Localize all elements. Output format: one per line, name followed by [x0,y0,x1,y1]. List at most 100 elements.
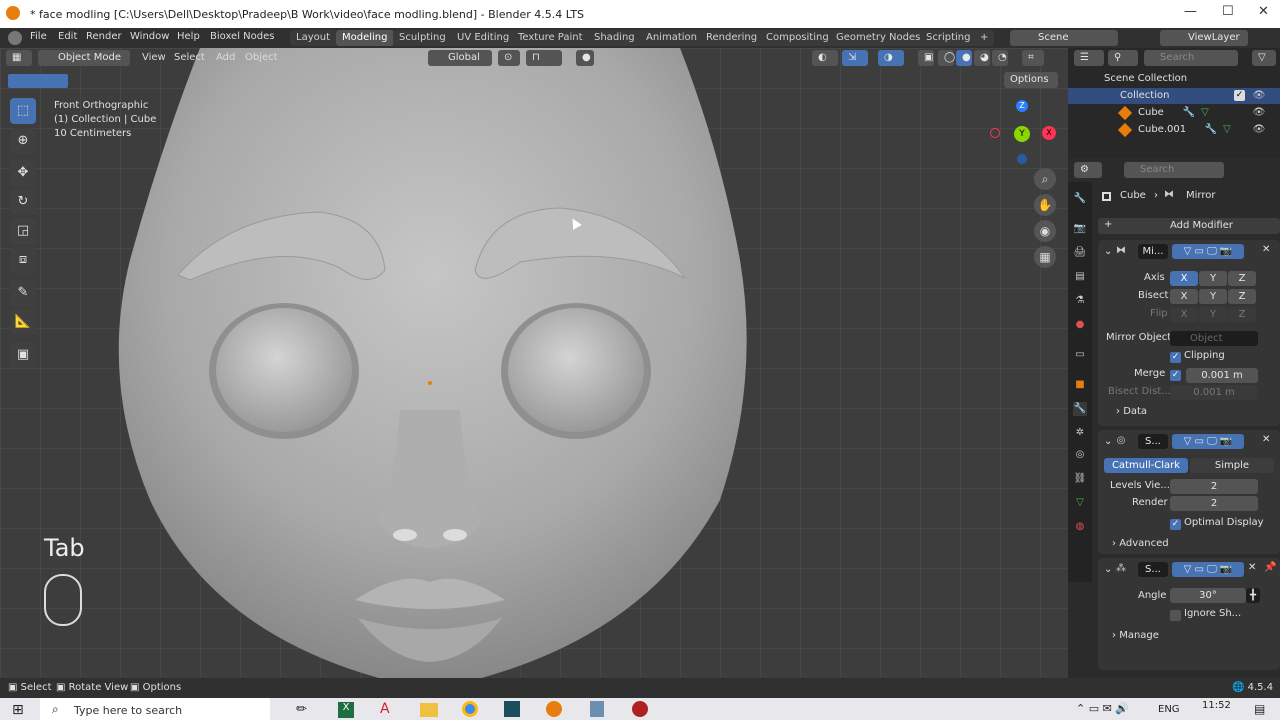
axis-z-toggle[interactable]: Z [1228,271,1256,286]
shading-solid-icon[interactable]: ● [956,50,972,66]
menu-bioxel-nodes[interactable]: Bioxel Nodes [210,31,274,42]
bisect-z-toggle[interactable]: Z [1228,289,1256,304]
advanced-subpanel-toggle[interactable]: › Advanced [1112,538,1169,549]
app-icon[interactable] [504,701,520,717]
tray-icons[interactable]: ⌃ ▭ ✉ 🔊 [1076,702,1129,715]
select-mode-icons[interactable] [8,74,68,88]
subsurf-name-field[interactable]: S... [1138,434,1168,449]
subsurf-collapse-icon[interactable]: ⌄ [1104,436,1112,447]
3d-viewport[interactable]: ▦ Object Mode View Select Add Object Glo… [0,48,1068,678]
catmull-clark-toggle[interactable]: Catmull-Clark [1104,458,1188,473]
smooth-name-field[interactable]: S... [1138,562,1168,577]
collection-checkbox[interactable]: ✓ [1234,90,1245,101]
merge-distance-field[interactable]: 0.001 m [1186,368,1258,383]
mirror-collapse-icon[interactable]: ⌄ [1104,246,1112,257]
modifier-tab-icon[interactable]: 🔧 [1073,402,1087,416]
tab-compositing[interactable]: Compositing [760,30,835,46]
viewport-options-button[interactable]: Options [1004,72,1058,88]
flip-z-toggle[interactable]: Z [1228,307,1256,322]
rotate-tool[interactable]: ↻ [10,189,36,215]
tab-shading[interactable]: Shading [588,30,641,46]
tab-geometry-nodes[interactable]: Geometry Nodes [830,30,927,46]
outliner-editor-icon[interactable]: ☰ [1074,50,1104,66]
move-tool[interactable]: ✥ [10,160,36,186]
close-icon[interactable]: ✕ [1258,4,1269,19]
nav-gizmo-z-axis[interactable]: Z [1016,100,1028,112]
axis-y-toggle[interactable]: Y [1199,271,1227,286]
merge-checkbox[interactable]: ✓ [1170,370,1181,381]
visibility-icon[interactable]: ◐ [812,50,838,66]
scene-tab-icon[interactable]: ⚗ [1073,294,1087,308]
pan-hand-icon[interactable]: ✋ [1034,194,1056,216]
simple-toggle[interactable]: Simple [1190,458,1274,473]
properties-editor-icon[interactable]: ⚙ [1074,162,1102,178]
excel-icon[interactable]: X [338,702,354,718]
ortho-toggle-icon[interactable]: ▦ [1034,246,1056,268]
smooth-display-toggles[interactable]: ▽ ▭ 🖵 📷 [1172,562,1244,577]
acrobat-icon[interactable]: A [380,701,390,717]
notification-icon[interactable]: ▤ [1254,702,1265,716]
maximize-icon[interactable]: ☐ [1222,4,1234,19]
transform-tool[interactable]: ⧈ [10,247,36,273]
tab-scripting[interactable]: Scripting [920,30,977,46]
cube-eye-icon[interactable]: 👁 [1252,106,1266,120]
bisect-distance-field[interactable]: 0.001 m [1170,385,1258,400]
zoom-icon[interactable]: ⌕ [1034,168,1056,190]
files-app-icon[interactable]: ✏ [296,702,307,717]
add-cube-tool[interactable]: ▣ [10,342,36,368]
menu-window[interactable]: Window [130,31,169,42]
output-tab-icon[interactable]: 🖨 [1073,246,1087,260]
smooth-pin-icon[interactable]: 📌 [1264,562,1276,573]
outliner[interactable]: ☰ ⚲ Search ▽ Scene Collection Collection… [1068,48,1280,158]
shading-material-icon[interactable]: ◕ [974,50,990,66]
scene-selector[interactable]: Scene [1010,30,1118,46]
axis-x-toggle[interactable]: X [1170,271,1198,286]
xray-icon[interactable]: ▣ [918,50,934,66]
camera-view-icon[interactable]: ⌗ [1022,50,1044,66]
nav-gizmo-neg-x-axis[interactable] [990,128,1000,138]
annotate-tool[interactable]: ✎ [10,280,36,306]
tab-modeling[interactable]: Modeling [336,30,394,46]
cursor-tool[interactable]: ⊕ [10,128,36,154]
viewport-menu-view[interactable]: View [142,52,166,63]
mirror-name-field[interactable]: Mi... [1138,244,1168,259]
tool-tab-icon[interactable]: 🔧 [1073,192,1087,206]
render-levels-field[interactable]: 2 [1170,496,1258,511]
world-tab-icon[interactable]: ● [1073,318,1087,332]
physics-tab-icon[interactable]: ◎ [1073,448,1087,462]
outliner-funnel-icon[interactable]: ▽ [1252,50,1276,66]
flip-y-toggle[interactable]: Y [1199,307,1227,322]
data-tab-icon[interactable]: ▽ [1073,496,1087,510]
cube001-eye-icon[interactable]: 👁 [1252,123,1266,137]
constraints-tab-icon[interactable]: ⛓ [1073,472,1087,486]
select-box-tool[interactable]: ⬚ [10,98,36,124]
smooth-collapse-icon[interactable]: ⌄ [1104,564,1112,575]
mirror-close-icon[interactable]: ✕ [1262,244,1270,255]
collection-eye-icon[interactable]: 👁 [1252,89,1266,103]
add-workspace-icon[interactable]: + [974,30,995,46]
camera-toggle-icon[interactable]: ◉ [1034,220,1056,242]
optimal-display-checkbox[interactable]: ✓ [1170,519,1181,530]
tab-layout[interactable]: Layout [290,30,336,46]
measure-tool[interactable]: 📐 [10,309,36,335]
view-layer-tab-icon[interactable]: ▤ [1073,270,1087,284]
object-tab-icon[interactable]: ■ [1073,378,1087,392]
menu-edit[interactable]: Edit [58,31,77,42]
subsurf-display-toggles[interactable]: ▽ ▭ 🖵 📷 [1172,434,1244,449]
viewport-menu-object[interactable]: Object [245,52,278,63]
data-subpanel-toggle[interactable]: › Data [1116,406,1147,417]
bisect-y-toggle[interactable]: Y [1199,289,1227,304]
overlay-toggle-icon[interactable]: ◑ [878,50,904,66]
transform-orientation[interactable]: Global [428,50,492,66]
flip-x-toggle[interactable]: X [1170,307,1198,322]
mirror-display-toggles[interactable]: ▽ ▭ 🖵 📷 [1172,244,1244,259]
properties-tabs[interactable]: 🔧 📷 🖨 ▤ ⚗ ● ▭ ■ 🔧 ✲ ◎ ⛓ ▽ ◍ [1068,182,1092,582]
viewport-menu-select[interactable]: Select [174,52,205,63]
folder-icon[interactable] [420,703,438,717]
menu-file[interactable]: File [30,31,47,42]
clipping-checkbox[interactable]: ✓ [1170,352,1181,363]
ignore-sharp-checkbox[interactable] [1170,610,1181,621]
shading-rendered-icon[interactable]: ◔ [992,50,1008,66]
smooth-close-icon[interactable]: ✕ [1248,562,1256,573]
manage-subpanel-toggle[interactable]: › Manage [1112,630,1159,641]
